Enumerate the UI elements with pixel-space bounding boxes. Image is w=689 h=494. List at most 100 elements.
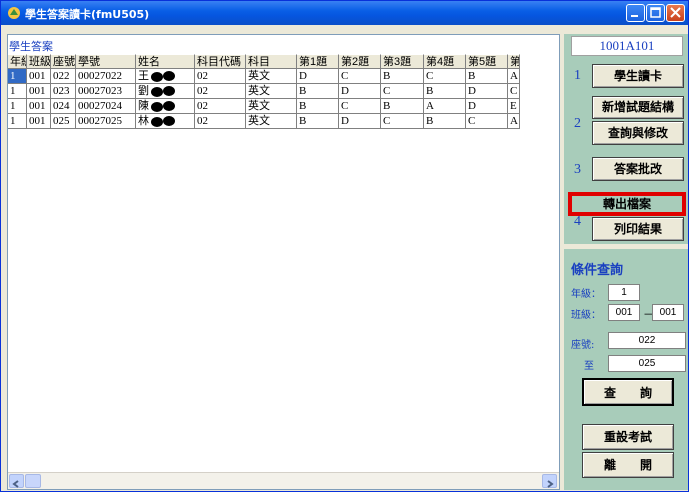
cell-seat[interactable]: 022 [51,69,76,84]
cell-q4[interactable]: A [424,99,466,114]
class-to-input[interactable]: 001 [652,304,684,321]
cell-name[interactable]: 陳 [136,99,195,114]
cell-name[interactable]: 劉 [136,84,195,99]
cell-q3[interactable]: B [381,99,424,114]
column-header-grade[interactable]: 年級 [8,54,27,69]
chevron-right-icon [547,480,554,488]
cell-name[interactable]: 林 [136,114,195,129]
scroll-thumb[interactable] [25,474,41,488]
chevron-left-icon [12,480,19,488]
cell-subject-code[interactable]: 02 [195,69,246,84]
cell-grade[interactable]: 1 [8,99,27,114]
cell-seat[interactable]: 025 [51,114,76,129]
cell-subject-code[interactable]: 02 [195,114,246,129]
cell-q1[interactable]: B [297,99,339,114]
grade-answers-button[interactable]: 答案批改 [592,157,684,181]
cell-q2[interactable]: C [339,69,381,84]
redacted-name-icon [151,85,175,97]
cell-q6[interactable]: C [508,84,520,99]
cell-q4[interactable]: B [424,84,466,99]
column-header-q4[interactable]: 第4題 [424,54,466,69]
cell-subject-code[interactable]: 02 [195,84,246,99]
minimize-icon [631,15,638,17]
cell-q1[interactable]: D [297,69,339,84]
cell-q1[interactable]: B [297,114,339,129]
cell-seat[interactable]: 023 [51,84,76,99]
cell-seat[interactable]: 024 [51,99,76,114]
cell-q5[interactable]: B [466,69,508,84]
cell-q3[interactable]: C [381,84,424,99]
cell-subject[interactable]: 英文 [246,99,297,114]
cell-q4[interactable]: B [424,114,466,129]
title-bar[interactable]: 學生答案讀卡(fmU505) [1,1,688,25]
window-title: 學生答案讀卡(fmU505) [25,8,150,21]
cell-q4[interactable]: C [424,69,466,84]
column-header-seat[interactable]: 座號 [51,54,76,69]
scroll-right-button[interactable] [542,474,557,488]
cell-grade[interactable]: 1 [8,69,27,84]
step-number-1: 1 [574,68,581,83]
cell-class[interactable]: 001 [27,84,51,99]
cell-subject[interactable]: 英文 [246,114,297,129]
maximize-button[interactable] [646,4,665,22]
cell-subject[interactable]: 英文 [246,69,297,84]
name-surname: 劉 [138,85,149,97]
cell-student-id[interactable]: 00027024 [76,99,136,114]
column-header-student-id[interactable]: 學號 [76,54,136,69]
cell-q1[interactable]: B [297,84,339,99]
seat-from-input[interactable]: 022 [608,332,686,349]
column-header-q1[interactable]: 第1題 [297,54,339,69]
cell-grade[interactable]: 1 [8,84,27,99]
close-icon [670,7,681,18]
cell-class[interactable]: 001 [27,114,51,129]
print-results-button[interactable]: 列印結果 [592,217,684,241]
exit-button[interactable]: 離 開 [582,452,674,478]
read-card-button[interactable]: 學生讀卡 [592,64,684,88]
redacted-name-icon [151,115,175,127]
cell-student-id[interactable]: 00027022 [76,69,136,84]
column-header-subject-code[interactable]: 科目代碼 [195,54,246,69]
seat-to-input[interactable]: 025 [608,355,686,372]
column-header-subject[interactable]: 科目 [246,54,297,69]
query-button[interactable]: 查 詢 [582,378,674,406]
scroll-left-button[interactable] [9,474,24,488]
cell-grade[interactable]: 1 [8,114,27,129]
cell-q6[interactable]: A [508,114,520,129]
column-header-q5[interactable]: 第5題 [466,54,508,69]
cell-name[interactable]: 王 [136,69,195,84]
cell-q5[interactable]: D [466,99,508,114]
step-number-2: 2 [574,116,581,131]
cell-student-id[interactable]: 00027023 [76,84,136,99]
cell-q6[interactable]: A [508,69,520,84]
cell-q6[interactable]: E [508,99,520,114]
cell-q5[interactable]: C [466,114,508,129]
cell-q2[interactable]: C [339,99,381,114]
step-number-3: 3 [574,162,581,177]
cell-student-id[interactable]: 00027025 [76,114,136,129]
cell-q5[interactable]: D [466,84,508,99]
minimize-button[interactable] [626,4,645,22]
class-from-input[interactable]: 001 [608,304,640,321]
column-header-q6[interactable]: 第 [508,54,520,69]
cell-class[interactable]: 001 [27,99,51,114]
column-header-q2[interactable]: 第2題 [339,54,381,69]
query-edit-button[interactable]: 查詢與修改 [592,121,684,145]
cell-q2[interactable]: D [339,84,381,99]
column-header-class[interactable]: 班級 [27,54,51,69]
add-question-structure-button[interactable]: 新增試題結構 [592,96,684,119]
column-header-name[interactable]: 姓名 [136,54,195,69]
grid-caption: 學生答案 [9,41,53,53]
close-button[interactable] [666,4,685,22]
cell-class[interactable]: 001 [27,69,51,84]
cell-subject[interactable]: 英文 [246,84,297,99]
cell-q2[interactable]: D [339,114,381,129]
cell-subject-code[interactable]: 02 [195,99,246,114]
reset-exam-button[interactable]: 重設考試 [582,424,674,450]
horizontal-scrollbar[interactable] [8,472,559,489]
cell-q3[interactable]: B [381,69,424,84]
name-surname: 王 [138,70,149,82]
column-header-q3[interactable]: 第3題 [381,54,424,69]
cell-q3[interactable]: C [381,114,424,129]
export-highlight-box [568,192,686,216]
grade-input[interactable]: 1 [608,284,640,301]
